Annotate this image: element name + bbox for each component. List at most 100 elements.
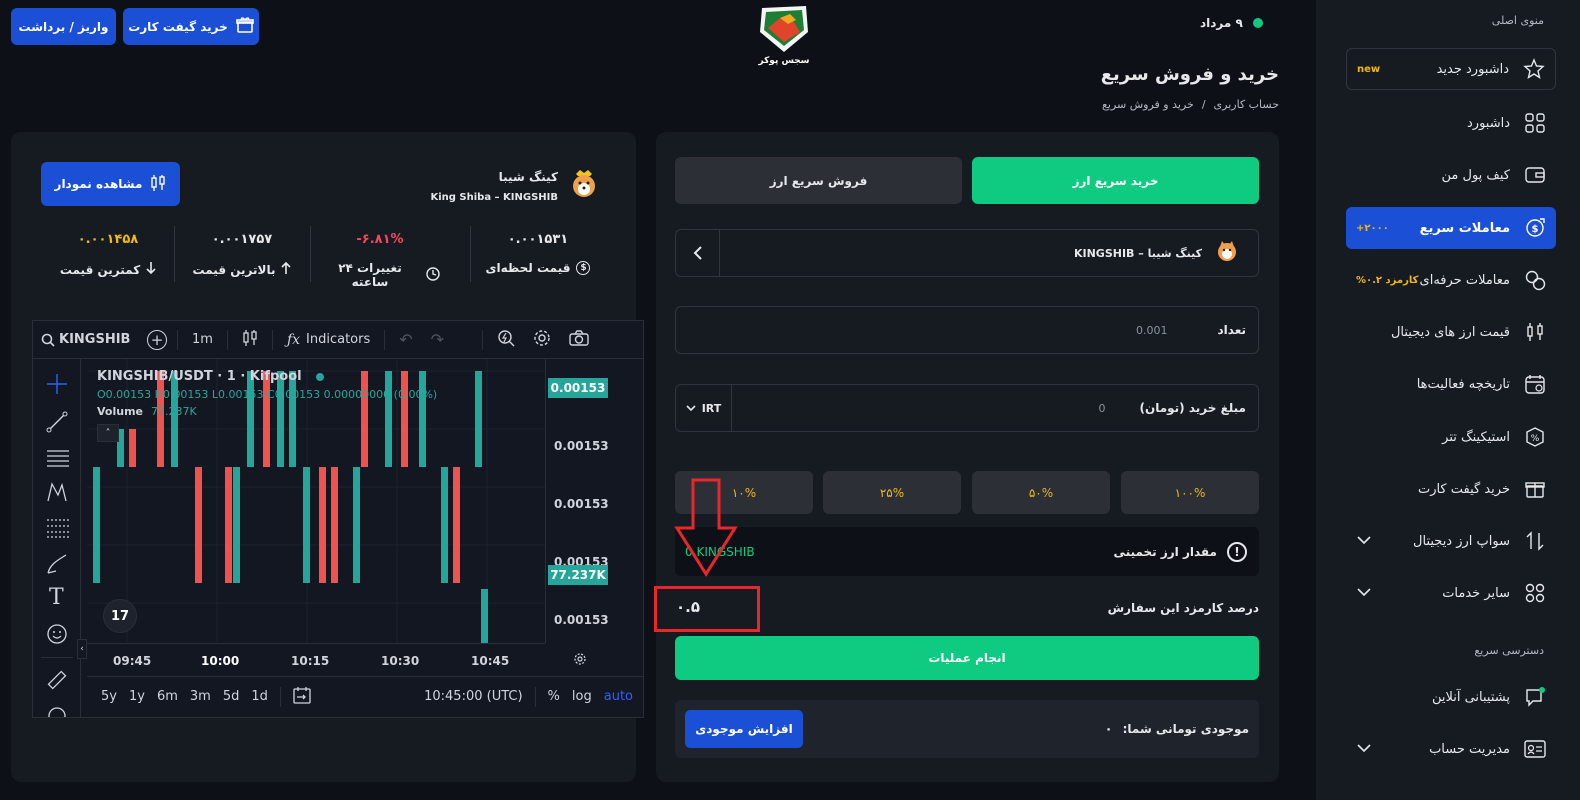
- candle-down: [225, 467, 232, 583]
- camera-icon[interactable]: [569, 329, 589, 350]
- pct-25-button[interactable]: ۲۵%: [823, 471, 961, 514]
- submit-button[interactable]: انجام عملیات: [675, 636, 1259, 680]
- pct-100-button[interactable]: ۱۰۰%: [1121, 471, 1259, 514]
- crosshair-icon[interactable]: [46, 373, 68, 395]
- price-scale[interactable]: 0.00153 0.00153 0.00153 0.00153 77.237K …: [545, 359, 643, 643]
- legend-collapse-icon[interactable]: ˄: [97, 424, 119, 442]
- sidebar-item-new-dashboard[interactable]: new داشبورد جدید: [1346, 48, 1556, 90]
- compare-add-icon[interactable]: +: [147, 329, 167, 350]
- amount-field[interactable]: IRT 0 مبلغ خرید (تومان): [675, 384, 1259, 432]
- candle-down: [195, 467, 202, 583]
- goto-date-icon[interactable]: [293, 686, 311, 708]
- candle-up: [441, 467, 448, 583]
- range-1y[interactable]: 1y: [129, 689, 145, 704]
- currency-select[interactable]: IRT: [676, 385, 732, 431]
- sidebar-item-label: کیف پول من: [1441, 167, 1510, 183]
- fee-label: درصد کارمزد این سفارش: [1107, 601, 1259, 615]
- ohlc-values: O0.00153 H0.00153 L0.00153 C0.00153 0.00…: [97, 388, 438, 401]
- buy-giftcard-button[interactable]: خرید گیفت کارت: [123, 8, 259, 45]
- stat-current-price-value: ۰.۰۰۱۵۳۱: [507, 232, 569, 247]
- stat-lowest-price-value: ۰.۰۰۱۴۵۸: [77, 232, 139, 247]
- amount-input[interactable]: 0: [1098, 402, 1105, 415]
- tab-sell[interactable]: فروش سریع ارز: [675, 157, 962, 204]
- price-tick: 0.00153: [554, 439, 609, 453]
- arrow-down-icon: [146, 261, 156, 278]
- horizontal-lines-icon[interactable]: [46, 447, 70, 469]
- sidebar-item-giftcard[interactable]: خرید گیفت کارت: [1346, 468, 1556, 510]
- pct-100-label: ۱۰۰%: [1174, 485, 1206, 500]
- quantity-input[interactable]: 0.001: [1136, 324, 1168, 337]
- sidebar-item-other-services[interactable]: سایر خدمات: [1346, 572, 1556, 614]
- clock-utc[interactable]: 10:45:00 (UTC): [424, 689, 522, 704]
- view-chart-button[interactable]: مشاهده نمودار: [41, 162, 180, 206]
- sidebar-item-crypto-prices[interactable]: قیمت ارز های دیجیتال: [1346, 311, 1556, 353]
- tradingview-widget[interactable]: KINGSHIB + 1m ƒx Indicators ↶ ↷ T ‹ 0.00…: [32, 320, 644, 718]
- stat-current-price-label: قیمت لحظه‌ای: [485, 261, 571, 275]
- fib-icon[interactable]: [46, 517, 70, 539]
- sidebar-item-tether-staking[interactable]: استیکینگ تتر %: [1346, 416, 1556, 458]
- time-axis[interactable]: 09:45 10:00 10:15 10:30 10:45: [87, 643, 545, 675]
- pattern-icon[interactable]: [46, 481, 68, 503]
- undo-icon[interactable]: ↶: [399, 330, 412, 349]
- toolbar-collapse-icon[interactable]: ‹: [77, 639, 87, 659]
- range-1d[interactable]: 1d: [251, 689, 268, 704]
- sidebar-item-account-management[interactable]: مدیریت حساب: [1346, 728, 1556, 770]
- tab-buy[interactable]: خرید سریع ارز: [972, 157, 1259, 204]
- increase-balance-button[interactable]: افزایش موجودی: [685, 710, 803, 748]
- chart-title: KINGSHIB/USDT · 1 · Kifpool: [97, 369, 302, 384]
- indicators-label: Indicators: [306, 332, 371, 347]
- candle-type-icon[interactable]: [242, 329, 258, 351]
- sidebar-item-dashboard[interactable]: داشبورد: [1346, 102, 1556, 144]
- sidebar-item-pro-trade[interactable]: کارمزد ۰.۲% معاملات حرفه‌ای: [1346, 259, 1556, 301]
- alert-lightning-icon[interactable]: [497, 329, 515, 351]
- coin-selector-label: کینگ شیبا – KINGSHIB: [1073, 246, 1202, 260]
- stat-24h-change-value: -۶.۸۱%: [356, 232, 404, 247]
- wallet-icon: [1524, 164, 1546, 186]
- log-toggle[interactable]: log: [572, 689, 592, 704]
- sidebar-menu-title: منوی اصلی: [1491, 14, 1544, 27]
- text-tool-icon[interactable]: T: [49, 585, 64, 610]
- tradingview-logo-icon[interactable]: 17: [103, 599, 137, 633]
- stat-lowest-price-label: کمترین قیمت: [59, 262, 141, 277]
- zoom-icon[interactable]: [46, 705, 68, 717]
- pct-50-button[interactable]: ۵۰%: [972, 471, 1110, 514]
- auto-toggle[interactable]: auto: [604, 689, 633, 704]
- breadcrumb-current: خرید و فروش سریع: [1102, 98, 1194, 111]
- range-5d[interactable]: 5d: [223, 689, 240, 704]
- quantity-field[interactable]: 0.001 تعداد: [675, 306, 1259, 354]
- sidebar-item-label: معاملات حرفه‌ای: [1419, 272, 1510, 288]
- coin-selector[interactable]: کینگ شیبا – KINGSHIB: [675, 229, 1259, 277]
- settings-gear-icon[interactable]: [533, 329, 551, 351]
- logo[interactable]: سجس پوکر: [750, 2, 818, 70]
- interval-button[interactable]: 1m: [192, 332, 213, 347]
- percent-toggle[interactable]: %: [548, 689, 560, 704]
- sidebar-item-quick-trade[interactable]: +۲۰۰۰ معاملات سریع $: [1346, 207, 1556, 249]
- ruler-icon[interactable]: [46, 669, 68, 691]
- breadcrumb-root[interactable]: حساب کاربری: [1214, 98, 1279, 111]
- sidebar-item-activity-history[interactable]: تاریخچه فعالیت‌ها: [1346, 363, 1556, 405]
- indicators-button[interactable]: ƒx Indicators: [287, 332, 370, 348]
- chat-icon: [1524, 686, 1546, 708]
- chevron-left-icon[interactable]: [676, 230, 720, 276]
- redo-icon[interactable]: ↷: [431, 330, 444, 349]
- sidebar-item-online-support[interactable]: پشتیبانی آنلاین: [1346, 676, 1556, 718]
- sidebar-item-wallet[interactable]: کیف پول من: [1346, 154, 1556, 196]
- symbol-search[interactable]: KINGSHIB: [41, 332, 133, 347]
- trend-line-icon[interactable]: [46, 411, 68, 433]
- candle-up: [481, 589, 488, 643]
- axis-settings-icon[interactable]: [573, 651, 587, 670]
- info-icon[interactable]: !: [1227, 541, 1247, 562]
- arrow-up-icon: [281, 261, 292, 278]
- range-6m[interactable]: 6m: [157, 689, 178, 704]
- deposit-withdraw-button[interactable]: واریز / برداشت: [11, 8, 116, 45]
- range-3m[interactable]: 3m: [190, 689, 211, 704]
- sidebar-item-swap[interactable]: سواپ ارز دیجیتال: [1346, 520, 1556, 562]
- brush-icon[interactable]: [46, 553, 68, 575]
- balance-label: موجودی تومانی شما:: [1122, 722, 1249, 736]
- emoji-icon[interactable]: [46, 623, 68, 645]
- range-5y[interactable]: 5y: [101, 689, 117, 704]
- price-tick: 0.00153: [554, 555, 609, 565]
- chevron-down-icon: [1356, 742, 1372, 757]
- stat-highest-price: ۰.۰۰۱۷۵۷ بالاترین قیمت: [182, 232, 302, 278]
- tab-buy-label: خرید سریع ارز: [1072, 173, 1159, 188]
